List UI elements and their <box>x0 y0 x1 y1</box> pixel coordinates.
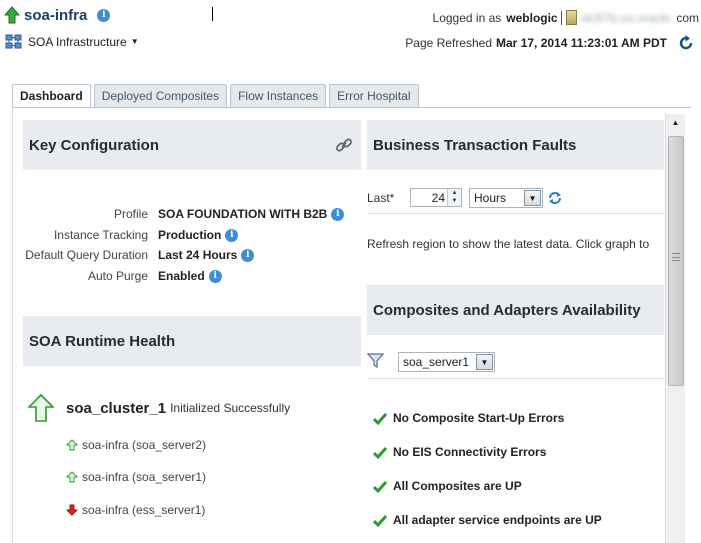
info-icon[interactable]: i <box>225 228 239 242</box>
text-cursor <box>212 7 213 21</box>
check-label: No EIS Connectivity Errors <box>393 445 547 459</box>
cluster-status: soa_cluster_1 Initialized Successfully <box>28 394 290 422</box>
menu-label: SOA Infrastructure <box>28 34 127 49</box>
soa-infrastructure-menu[interactable]: SOA Infrastructure ▼ <box>5 34 139 49</box>
info-icon[interactable]: i <box>208 269 222 283</box>
divider <box>367 378 664 379</box>
cluster-status-text: Initialized Successfully <box>170 401 291 415</box>
server-status-row[interactable]: soa-infra (soa_server2) <box>66 438 206 452</box>
server-label: soa-infra (soa_server2) <box>82 438 207 452</box>
config-label: Auto Purge <box>87 269 148 283</box>
page-refreshed: Page Refreshed Mar 17, 2014 11:23:01 AM … <box>405 34 695 52</box>
config-value: SOA FOUNDATION WITH B2B <box>158 207 328 221</box>
page-refreshed-label: Page Refreshed <box>405 36 493 50</box>
section-title: SOA Runtime Health <box>29 332 176 350</box>
config-row-query-duration: Default Query Duration Last 24 Hours i <box>11 248 351 266</box>
availability-check-row: No EIS Connectivity Errors <box>373 445 546 459</box>
scroll-up-icon[interactable]: ▲ <box>666 114 685 132</box>
check-icon <box>373 412 387 425</box>
config-value: Last 24 Hours <box>158 248 238 262</box>
config-label: Profile <box>113 207 148 221</box>
divider <box>560 10 562 25</box>
refresh-message: Refresh region to show the latest data. … <box>367 237 650 251</box>
config-row-profile: Profile SOA FOUNDATION WITH B2B i <box>11 207 351 225</box>
availability-check-row: No Composite Start-Up Errors <box>373 411 564 425</box>
server-filter-select[interactable]: soa_server1 ▼ <box>398 352 495 372</box>
config-label: Default Query Duration <box>25 248 148 262</box>
info-icon[interactable]: i <box>241 248 255 262</box>
runtime-health-header: SOA Runtime Health <box>23 316 361 366</box>
divider <box>367 213 664 214</box>
refresh-icon[interactable] <box>547 190 563 206</box>
key-configuration-header: Key Configuration <box>23 120 361 170</box>
server-status-row[interactable]: soa-infra (soa_server1) <box>66 470 206 484</box>
availability-check-row: All Composites are UP <box>373 479 522 493</box>
check-label: All adapter service endpoints are UP <box>393 513 602 527</box>
unit-value: Hours <box>474 191 507 205</box>
soa-infrastructure-icon <box>5 34 22 49</box>
page-title: soa-infra <box>24 6 88 24</box>
availability-header: Composites and Adapters Availability <box>367 285 664 335</box>
refresh-icon[interactable] <box>677 34 695 52</box>
host-suffix: com <box>676 10 699 25</box>
chevron-down-icon[interactable]: ▼ <box>476 354 493 370</box>
tab-flow-instances[interactable]: Flow Instances <box>230 84 327 107</box>
config-value: Production <box>158 228 222 242</box>
check-label: All Composites are UP <box>393 479 522 493</box>
tab-error-hospital[interactable]: Error Hospital <box>329 84 419 107</box>
grip-icon <box>672 253 680 261</box>
tab-bar: Dashboard Deployed Composites Flow Insta… <box>12 84 422 108</box>
business-faults-header: Business Transaction Faults <box>367 120 664 170</box>
server-label: soa-infra (soa_server1) <box>82 470 207 484</box>
check-icon <box>373 514 387 527</box>
server-label: soa-infra (ess_server1) <box>82 503 206 517</box>
last-duration-value: 24 <box>431 191 445 205</box>
up-arrow-icon <box>66 471 78 483</box>
logged-in-label: Logged in as <box>432 10 502 25</box>
page-refreshed-time: Mar 17, 2014 11:23:01 AM PDT <box>496 36 667 50</box>
config-label: Instance Tracking <box>53 228 148 242</box>
down-arrow-icon <box>66 504 78 516</box>
up-arrow-icon <box>28 394 54 422</box>
user-info: Logged in as weblogic slc97fz.us.oracle.… <box>433 10 699 25</box>
cluster-name[interactable]: soa_cluster_1 <box>66 400 166 417</box>
check-icon <box>373 446 387 459</box>
info-icon[interactable]: i <box>97 8 111 22</box>
chevron-down-icon: ▼ <box>130 37 139 46</box>
link-icon[interactable] <box>335 136 353 154</box>
section-title: Business Transaction Faults <box>373 136 577 154</box>
last-label: Last* <box>367 191 395 205</box>
vertical-scrollbar[interactable]: ▲ <box>665 114 685 543</box>
check-label: No Composite Start-Up Errors <box>393 411 565 425</box>
chevron-down-icon[interactable]: ▼ <box>524 190 541 206</box>
tab-deployed-composites[interactable]: Deployed Composites <box>93 84 228 107</box>
server-filter-value: soa_server1 <box>403 355 470 369</box>
config-value: Enabled <box>158 269 205 283</box>
spinner-arrows[interactable]: ▲ ▼ <box>447 189 461 206</box>
availability-check-row: All adapter service endpoints are UP <box>373 513 602 527</box>
config-row-auto-purge: Auto Purge Enabled i <box>11 269 351 287</box>
last-duration-spinner[interactable]: 24 ▲ ▼ <box>410 188 462 207</box>
up-arrow-icon <box>66 439 78 451</box>
scrollbar-thumb[interactable] <box>668 136 684 386</box>
section-title: Composites and Adapters Availability <box>373 301 641 319</box>
username[interactable]: weblogic <box>506 11 557 25</box>
info-icon[interactable]: i <box>331 207 345 221</box>
page-title-area: soa-infra i <box>4 6 111 24</box>
tab-dashboard[interactable]: Dashboard <box>12 84 91 108</box>
check-icon <box>373 480 387 493</box>
unit-select[interactable]: Hours ▼ <box>469 188 543 208</box>
config-row-instance-tracking: Instance Tracking Production i <box>11 228 351 246</box>
server-icon <box>565 10 577 25</box>
filter-icon[interactable] <box>367 352 384 369</box>
up-arrow-icon <box>4 6 20 24</box>
host-obscured: slc97fz.us.oracle. <box>580 10 674 25</box>
server-status-row[interactable]: soa-infra (ess_server1) <box>66 503 205 517</box>
section-title: Key Configuration <box>29 136 159 154</box>
